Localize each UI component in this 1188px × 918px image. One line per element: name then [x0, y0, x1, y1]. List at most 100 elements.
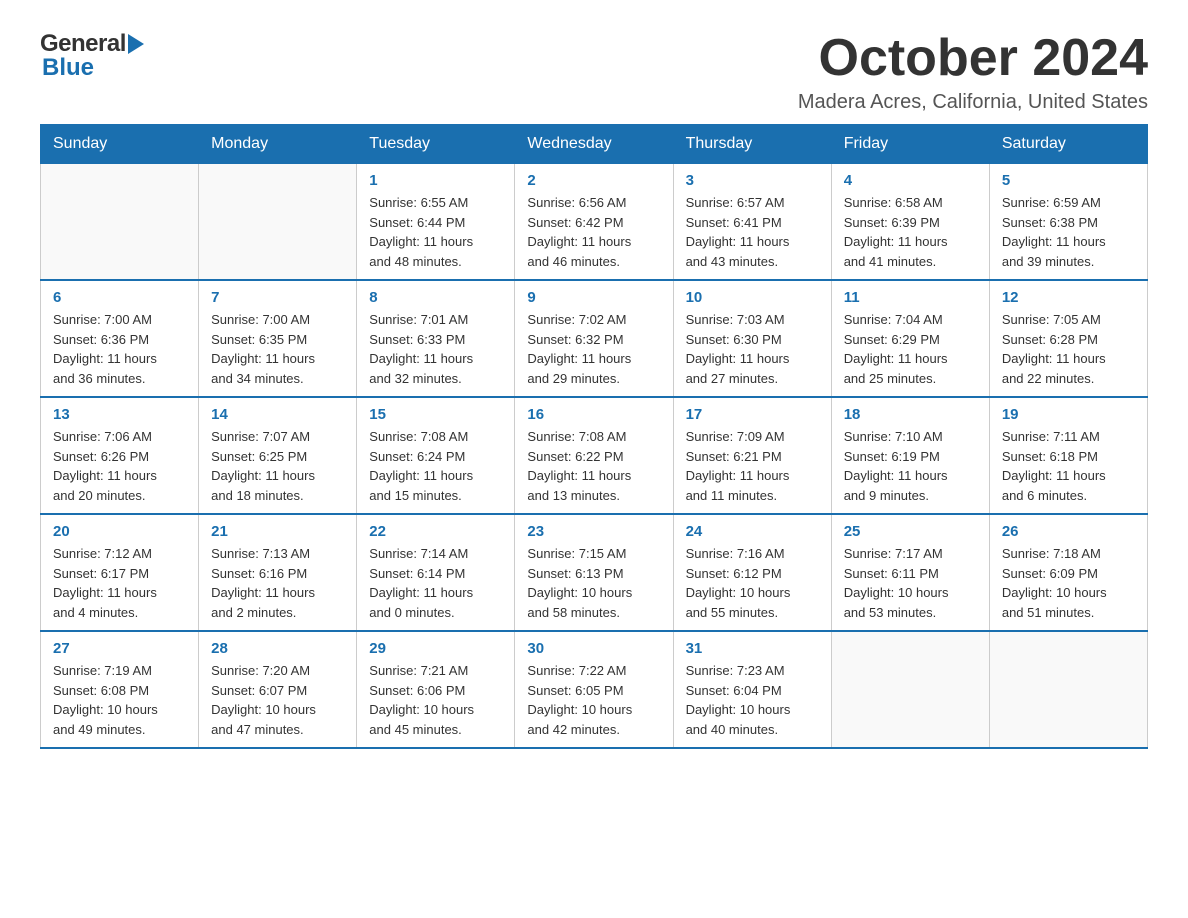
day-number: 21 — [211, 523, 344, 540]
day-number: 20 — [53, 523, 186, 540]
day-number: 25 — [844, 523, 977, 540]
month-title: October 2024 — [798, 30, 1148, 87]
day-number: 18 — [844, 406, 977, 423]
day-number: 19 — [1002, 406, 1135, 423]
calendar-cell: 24 Sunrise: 7:16 AM Sunset: 6:12 PM Dayli… — [673, 514, 831, 631]
calendar-cell: 18Sunrise: 7:10 AM Sunset: 6:19 PM Dayli… — [831, 397, 989, 514]
logo: General Blue — [40, 30, 144, 82]
calendar-cell: 23 Sunrise: 7:15 AM Sunset: 6:13 PM Dayli… — [515, 514, 673, 631]
day-info: Sunrise: 7:08 AM Sunset: 6:22 PM Dayligh… — [527, 427, 660, 505]
day-info: Sunrise: 6:57 AM Sunset: 6:41 PM Dayligh… — [686, 193, 819, 271]
calendar-cell: 30 Sunrise: 7:22 AM Sunset: 6:05 PM Dayli… — [515, 631, 673, 748]
day-number: 12 — [1002, 289, 1135, 306]
day-info: Sunrise: 7:12 AM Sunset: 6:17 PM Dayligh… — [53, 544, 186, 622]
day-info: Sunrise: 7:17 AM Sunset: 6:11 PM Dayligh… — [844, 544, 977, 622]
day-info: Sunrise: 7:22 AM Sunset: 6:05 PM Dayligh… — [527, 661, 660, 739]
day-number: 9 — [527, 289, 660, 306]
day-number: 16 — [527, 406, 660, 423]
calendar-cell: 4 Sunrise: 6:58 AM Sunset: 6:39 PM Daylig… — [831, 164, 989, 281]
day-info: Sunrise: 7:14 AM Sunset: 6:14 PM Dayligh… — [369, 544, 502, 622]
calendar-cell: 5Sunrise: 6:59 AM Sunset: 6:38 PM Daylig… — [989, 164, 1147, 281]
header-monday: Monday — [199, 125, 357, 164]
calendar-cell — [41, 164, 199, 281]
day-number: 28 — [211, 640, 344, 657]
day-number: 5 — [1002, 172, 1135, 189]
day-number: 11 — [844, 289, 977, 306]
day-number: 30 — [527, 640, 660, 657]
calendar-header-row: SundayMondayTuesdayWednesdayThursdayFrid… — [41, 125, 1148, 164]
calendar-cell: 14 Sunrise: 7:07 AM Sunset: 6:25 PM Dayli… — [199, 397, 357, 514]
day-number: 17 — [686, 406, 819, 423]
day-info: Sunrise: 7:07 AM Sunset: 6:25 PM Dayligh… — [211, 427, 344, 505]
calendar-cell: 10Sunrise: 7:03 AM Sunset: 6:30 PM Dayli… — [673, 280, 831, 397]
day-info: Sunrise: 7:00 AM Sunset: 6:36 PM Dayligh… — [53, 310, 186, 388]
header-saturday: Saturday — [989, 125, 1147, 164]
calendar-cell: 12 Sunrise: 7:05 AM Sunset: 6:28 PM Dayli… — [989, 280, 1147, 397]
header: General Blue October 2024 Madera Acres, … — [40, 30, 1148, 114]
calendar-cell: 9 Sunrise: 7:02 AM Sunset: 6:32 PM Daylig… — [515, 280, 673, 397]
calendar-cell: 13Sunrise: 7:06 AM Sunset: 6:26 PM Dayli… — [41, 397, 199, 514]
day-number: 4 — [844, 172, 977, 189]
day-info: Sunrise: 7:19 AM Sunset: 6:08 PM Dayligh… — [53, 661, 186, 739]
calendar-cell: 1Sunrise: 6:55 AM Sunset: 6:44 PM Daylig… — [357, 164, 515, 281]
calendar-cell: 8 Sunrise: 7:01 AM Sunset: 6:33 PM Daylig… — [357, 280, 515, 397]
day-info: Sunrise: 7:15 AM Sunset: 6:13 PM Dayligh… — [527, 544, 660, 622]
day-info: Sunrise: 7:11 AM Sunset: 6:18 PM Dayligh… — [1002, 427, 1135, 505]
day-info: Sunrise: 7:13 AM Sunset: 6:16 PM Dayligh… — [211, 544, 344, 622]
week-row-4: 20 Sunrise: 7:12 AM Sunset: 6:17 PM Dayli… — [41, 514, 1148, 631]
day-number: 24 — [686, 523, 819, 540]
day-number: 7 — [211, 289, 344, 306]
week-row-5: 27 Sunrise: 7:19 AM Sunset: 6:08 PM Dayli… — [41, 631, 1148, 748]
location-title: Madera Acres, California, United States — [798, 91, 1148, 114]
logo-arrow-icon — [128, 34, 144, 54]
day-number: 23 — [527, 523, 660, 540]
calendar-cell: 31 Sunrise: 7:23 AM Sunset: 6:04 PM Dayli… — [673, 631, 831, 748]
calendar-cell: 2Sunrise: 6:56 AM Sunset: 6:42 PM Daylig… — [515, 164, 673, 281]
calendar-cell: 28 Sunrise: 7:20 AM Sunset: 6:07 PM Dayli… — [199, 631, 357, 748]
day-number: 3 — [686, 172, 819, 189]
calendar-cell — [199, 164, 357, 281]
calendar-cell: 25 Sunrise: 7:17 AM Sunset: 6:11 PM Dayli… — [831, 514, 989, 631]
day-info: Sunrise: 7:23 AM Sunset: 6:04 PM Dayligh… — [686, 661, 819, 739]
day-number: 2 — [527, 172, 660, 189]
calendar-cell: 6 Sunrise: 7:00 AM Sunset: 6:36 PM Daylig… — [41, 280, 199, 397]
day-info: Sunrise: 7:06 AM Sunset: 6:26 PM Dayligh… — [53, 427, 186, 505]
day-number: 6 — [53, 289, 186, 306]
calendar-cell: 27 Sunrise: 7:19 AM Sunset: 6:08 PM Dayli… — [41, 631, 199, 748]
day-info: Sunrise: 7:18 AM Sunset: 6:09 PM Dayligh… — [1002, 544, 1135, 622]
day-info: Sunrise: 7:16 AM Sunset: 6:12 PM Dayligh… — [686, 544, 819, 622]
calendar-cell — [989, 631, 1147, 748]
header-thursday: Thursday — [673, 125, 831, 164]
calendar-cell: 26Sunrise: 7:18 AM Sunset: 6:09 PM Dayli… — [989, 514, 1147, 631]
day-info: Sunrise: 7:04 AM Sunset: 6:29 PM Dayligh… — [844, 310, 977, 388]
day-number: 31 — [686, 640, 819, 657]
week-row-1: 1Sunrise: 6:55 AM Sunset: 6:44 PM Daylig… — [41, 164, 1148, 281]
day-info: Sunrise: 7:01 AM Sunset: 6:33 PM Dayligh… — [369, 310, 502, 388]
header-wednesday: Wednesday — [515, 125, 673, 164]
calendar-cell: 29 Sunrise: 7:21 AM Sunset: 6:06 PM Dayli… — [357, 631, 515, 748]
day-info: Sunrise: 7:02 AM Sunset: 6:32 PM Dayligh… — [527, 310, 660, 388]
day-info: Sunrise: 6:58 AM Sunset: 6:39 PM Dayligh… — [844, 193, 977, 271]
day-number: 15 — [369, 406, 502, 423]
day-number: 22 — [369, 523, 502, 540]
day-info: Sunrise: 7:20 AM Sunset: 6:07 PM Dayligh… — [211, 661, 344, 739]
week-row-2: 6 Sunrise: 7:00 AM Sunset: 6:36 PM Daylig… — [41, 280, 1148, 397]
calendar-cell: 7 Sunrise: 7:00 AM Sunset: 6:35 PM Daylig… — [199, 280, 357, 397]
day-number: 14 — [211, 406, 344, 423]
day-number: 8 — [369, 289, 502, 306]
day-number: 29 — [369, 640, 502, 657]
title-area: October 2024 Madera Acres, California, U… — [798, 30, 1148, 114]
calendar-cell: 20 Sunrise: 7:12 AM Sunset: 6:17 PM Dayli… — [41, 514, 199, 631]
calendar-cell: 19 Sunrise: 7:11 AM Sunset: 6:18 PM Dayli… — [989, 397, 1147, 514]
day-info: Sunrise: 7:00 AM Sunset: 6:35 PM Dayligh… — [211, 310, 344, 388]
calendar-cell: 16 Sunrise: 7:08 AM Sunset: 6:22 PM Dayli… — [515, 397, 673, 514]
week-row-3: 13Sunrise: 7:06 AM Sunset: 6:26 PM Dayli… — [41, 397, 1148, 514]
header-tuesday: Tuesday — [357, 125, 515, 164]
day-number: 27 — [53, 640, 186, 657]
header-friday: Friday — [831, 125, 989, 164]
day-info: Sunrise: 7:05 AM Sunset: 6:28 PM Dayligh… — [1002, 310, 1135, 388]
day-info: Sunrise: 7:21 AM Sunset: 6:06 PM Dayligh… — [369, 661, 502, 739]
calendar-cell — [831, 631, 989, 748]
calendar-cell: 11 Sunrise: 7:04 AM Sunset: 6:29 PM Dayli… — [831, 280, 989, 397]
logo-blue-text: Blue — [40, 54, 94, 82]
